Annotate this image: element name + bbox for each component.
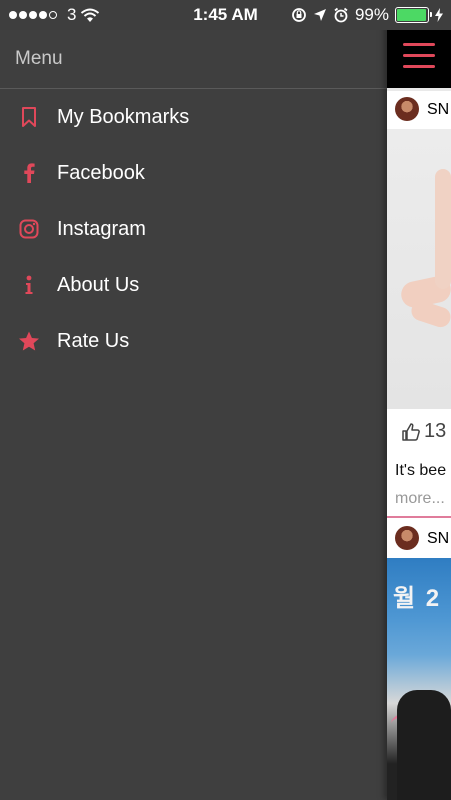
thumbs-up-icon [402, 422, 420, 441]
menu-item-facebook[interactable]: Facebook [0, 145, 387, 201]
facebook-icon [14, 163, 44, 183]
menu-item-about-us[interactable]: About Us [0, 257, 387, 313]
main-feed[interactable]: SN 13 It's bee more... SN 월 2 [387, 0, 451, 800]
divider [387, 88, 451, 91]
bookmark-icon [14, 107, 44, 127]
post-author[interactable]: SN [427, 530, 449, 548]
like-count: 13 [424, 420, 447, 442]
menu-item-label: Facebook [57, 161, 145, 184]
avatar[interactable] [395, 97, 419, 121]
more-link[interactable]: more... [395, 490, 445, 508]
divider [387, 516, 451, 518]
rotation-lock-icon [292, 8, 306, 22]
battery-percent: 99% [354, 5, 389, 24]
feed-navbar [387, 30, 451, 88]
menu-item-label: Rate Us [57, 329, 130, 352]
instagram-icon [14, 219, 44, 239]
menu-item-label: My Bookmarks [57, 105, 190, 128]
like-button[interactable]: 13 [401, 420, 446, 443]
star-icon [14, 331, 44, 352]
charging-icon [435, 8, 443, 22]
menu-item-rate-us[interactable]: Rate Us [0, 313, 387, 369]
info-icon [14, 275, 44, 295]
menu-item-label: About Us [57, 273, 140, 296]
menu-item-my-bookmarks[interactable]: My Bookmarks [0, 89, 387, 145]
alarm-icon [334, 7, 348, 23]
menu-item-label: Instagram [57, 217, 146, 240]
avatar[interactable] [395, 526, 419, 550]
post-image[interactable] [387, 129, 451, 409]
hamburger-menu-icon[interactable] [403, 43, 435, 76]
status-right: 99% [291, 5, 443, 25]
post-author[interactable]: SN [427, 101, 449, 119]
menu-item-instagram[interactable]: Instagram [0, 201, 387, 257]
battery-icon [395, 7, 432, 23]
menu-list: My Bookmarks Facebook Instagram About Us… [0, 89, 387, 369]
menu-title: Menu [0, 30, 387, 89]
location-icon [313, 9, 326, 21]
image-text: 월 2 [393, 585, 442, 612]
post-caption: It's bee [395, 462, 447, 479]
status-bar: 3 1:45 AM 99% [0, 0, 451, 30]
side-drawer: Menu My Bookmarks Facebook Instagram Abo… [0, 30, 387, 800]
graduation-gown [397, 690, 451, 800]
